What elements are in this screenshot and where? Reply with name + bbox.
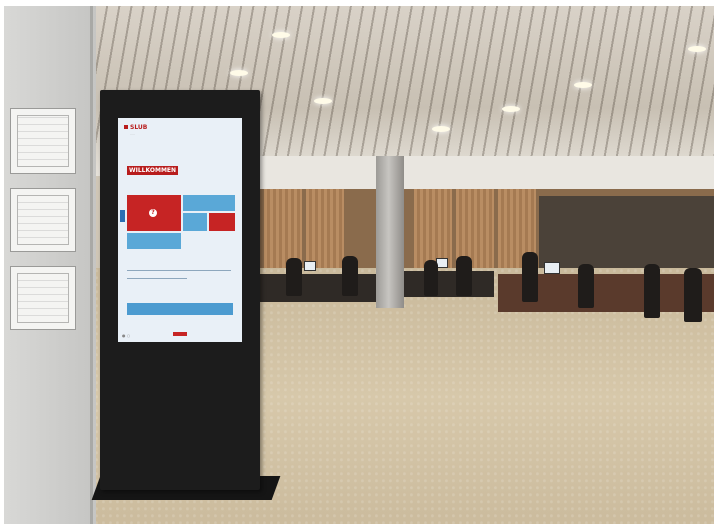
info-banner[interactable] xyxy=(127,303,233,315)
kiosk-tile[interactable] xyxy=(209,213,235,231)
ceiling-band xyxy=(254,156,714,190)
person xyxy=(644,264,660,318)
monitor xyxy=(544,262,560,274)
wood-panel xyxy=(264,189,302,269)
monitor xyxy=(304,261,316,271)
question-icon: ? xyxy=(149,209,157,217)
side-tab xyxy=(120,210,125,222)
floor-plan-board xyxy=(10,266,76,330)
person xyxy=(342,256,358,296)
person xyxy=(456,256,472,296)
welcome-title: WILLKOMMEN xyxy=(127,166,179,175)
person xyxy=(286,258,302,296)
library-scene: SLUB ····· WILLKOMMEN ? ● ○ xyxy=(4,6,714,524)
ceiling-light xyxy=(574,82,592,88)
dark-wall xyxy=(539,196,714,276)
kiosk-tile[interactable] xyxy=(183,213,207,231)
pillar xyxy=(376,156,404,308)
brand-subtitle: ····· xyxy=(130,132,135,136)
ceiling-light xyxy=(688,46,706,52)
info-kiosk: SLUB ····· WILLKOMMEN ? ● ○ xyxy=(100,90,260,490)
wall-edge xyxy=(90,6,93,524)
person xyxy=(578,264,594,308)
wood-panel xyxy=(414,189,452,269)
person xyxy=(684,268,702,322)
person xyxy=(424,260,438,296)
brand-logo: SLUB xyxy=(124,124,147,131)
desk xyxy=(402,271,494,297)
floor-plan-board xyxy=(10,188,76,252)
red-button[interactable] xyxy=(173,332,187,336)
page-dots: ● ○ xyxy=(122,333,131,338)
kiosk-tile[interactable] xyxy=(183,195,235,211)
kiosk-screen[interactable]: SLUB ····· WILLKOMMEN ? ● ○ xyxy=(118,118,242,342)
info-text-line xyxy=(127,270,231,271)
ceiling-light xyxy=(230,70,248,76)
info-text-line xyxy=(127,278,187,279)
kiosk-tile-question[interactable]: ? xyxy=(127,195,181,231)
desk xyxy=(259,274,377,302)
ceiling-light xyxy=(314,98,332,104)
ceiling-light xyxy=(502,106,520,112)
ceiling-light xyxy=(432,126,450,132)
person xyxy=(522,252,538,302)
floor-plan-board xyxy=(10,108,76,174)
kiosk-tile[interactable] xyxy=(127,233,181,249)
wood-panel xyxy=(306,189,344,269)
ceiling-light xyxy=(272,32,290,38)
left-wall xyxy=(4,6,96,524)
